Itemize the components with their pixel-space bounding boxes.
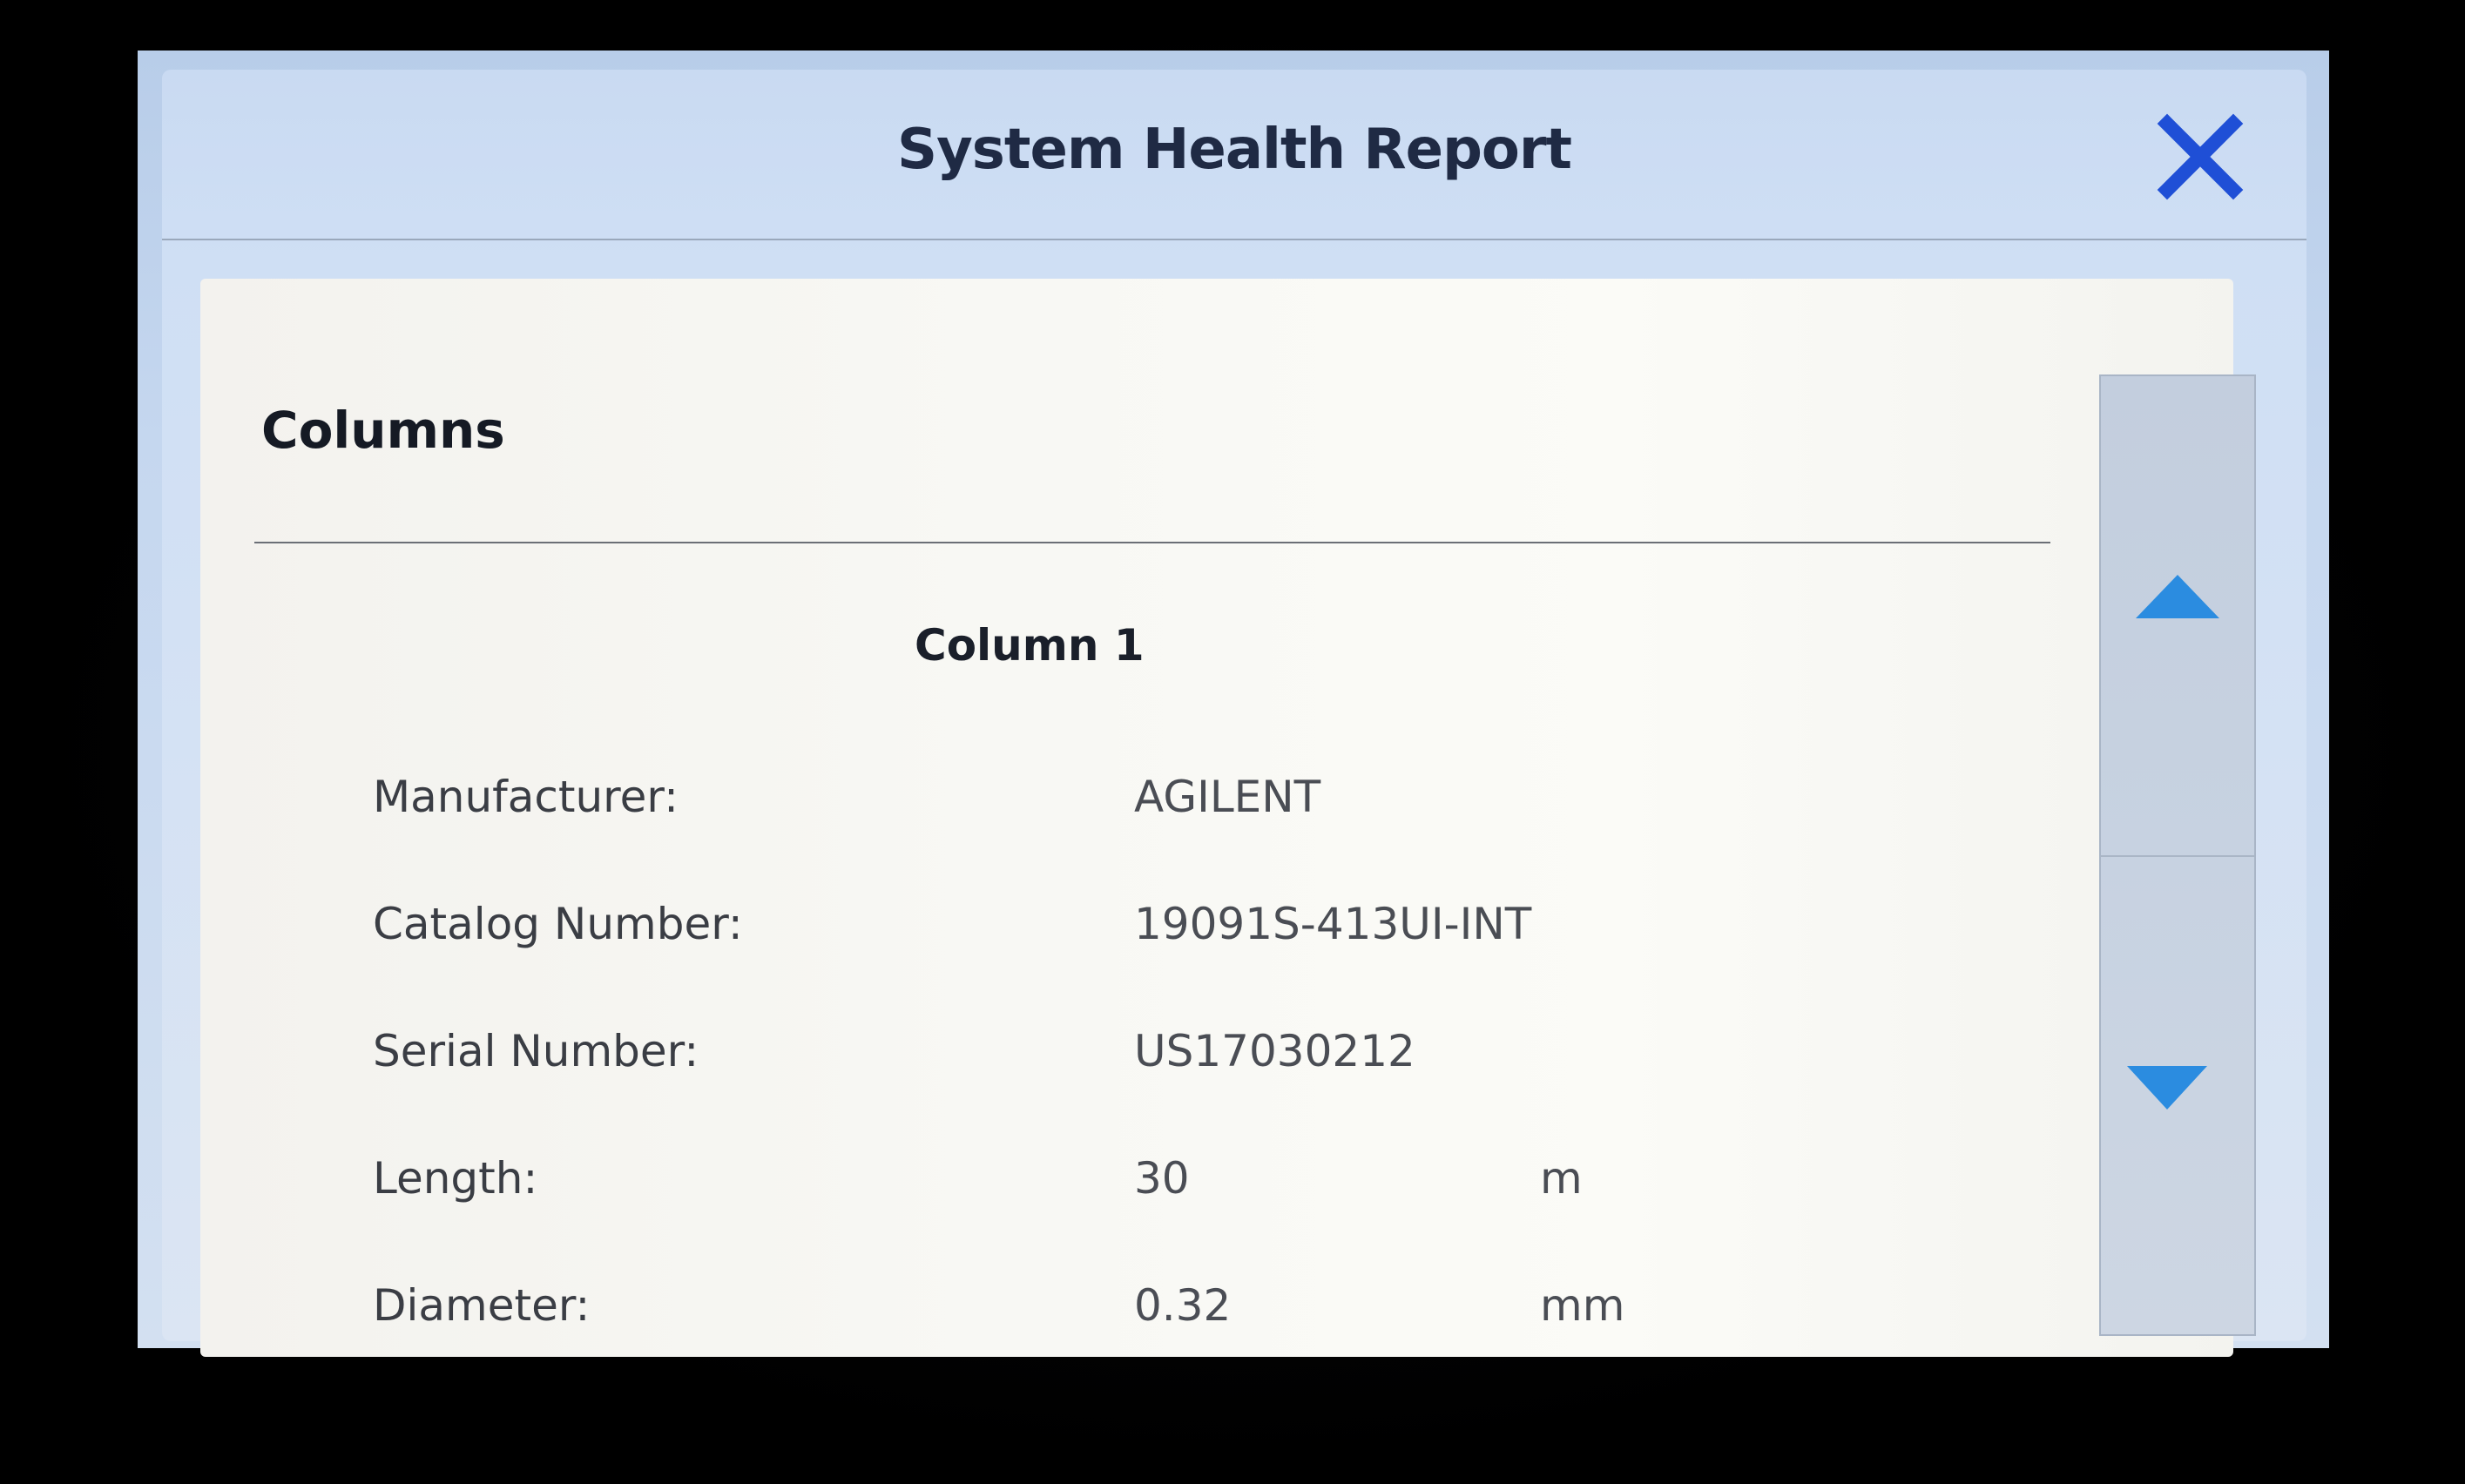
- close-icon: [2157, 113, 2244, 200]
- scroll-up-button[interactable]: [2101, 376, 2254, 853]
- report-content: Columns Column 1 Manufacturer: AGILENT C…: [200, 279, 2256, 1357]
- dialog-header: System Health Report: [162, 70, 2306, 240]
- section-divider: [254, 542, 2050, 543]
- triangle-up-icon: [2136, 575, 2219, 618]
- manufacturer-label: Manufacturer:: [373, 772, 679, 822]
- scroll-down-button[interactable]: [2101, 857, 2254, 1334]
- system-health-report-dialog: System Health Report Columns Column 1 Ma…: [162, 70, 2306, 1357]
- length-unit: m: [1540, 1153, 1583, 1204]
- length-label: Length:: [373, 1153, 538, 1204]
- diameter-unit: mm: [1540, 1280, 1625, 1324]
- section-title: Columns: [261, 401, 505, 460]
- diameter-value: 0.32: [1134, 1280, 1232, 1324]
- serial-number-value: US17030212: [1134, 1026, 1415, 1076]
- length-value: 30: [1134, 1153, 1190, 1204]
- column-group-title: Column 1: [915, 620, 1145, 671]
- serial-number-label: Serial Number:: [373, 1026, 699, 1076]
- close-button[interactable]: [2148, 105, 2252, 209]
- dialog-title: System Health Report: [896, 118, 1572, 182]
- triangle-down-icon: [2127, 1066, 2207, 1110]
- scroll-panel: [2099, 374, 2256, 1336]
- manufacturer-value: AGILENT: [1134, 772, 1321, 822]
- scrollable-area: Columns Column 1 Manufacturer: AGILENT C…: [200, 279, 2233, 1324]
- diameter-label: Diameter:: [373, 1280, 591, 1324]
- catalog-number-label: Catalog Number:: [373, 899, 743, 949]
- catalog-number-value: 19091S-413UI-INT: [1134, 899, 1532, 949]
